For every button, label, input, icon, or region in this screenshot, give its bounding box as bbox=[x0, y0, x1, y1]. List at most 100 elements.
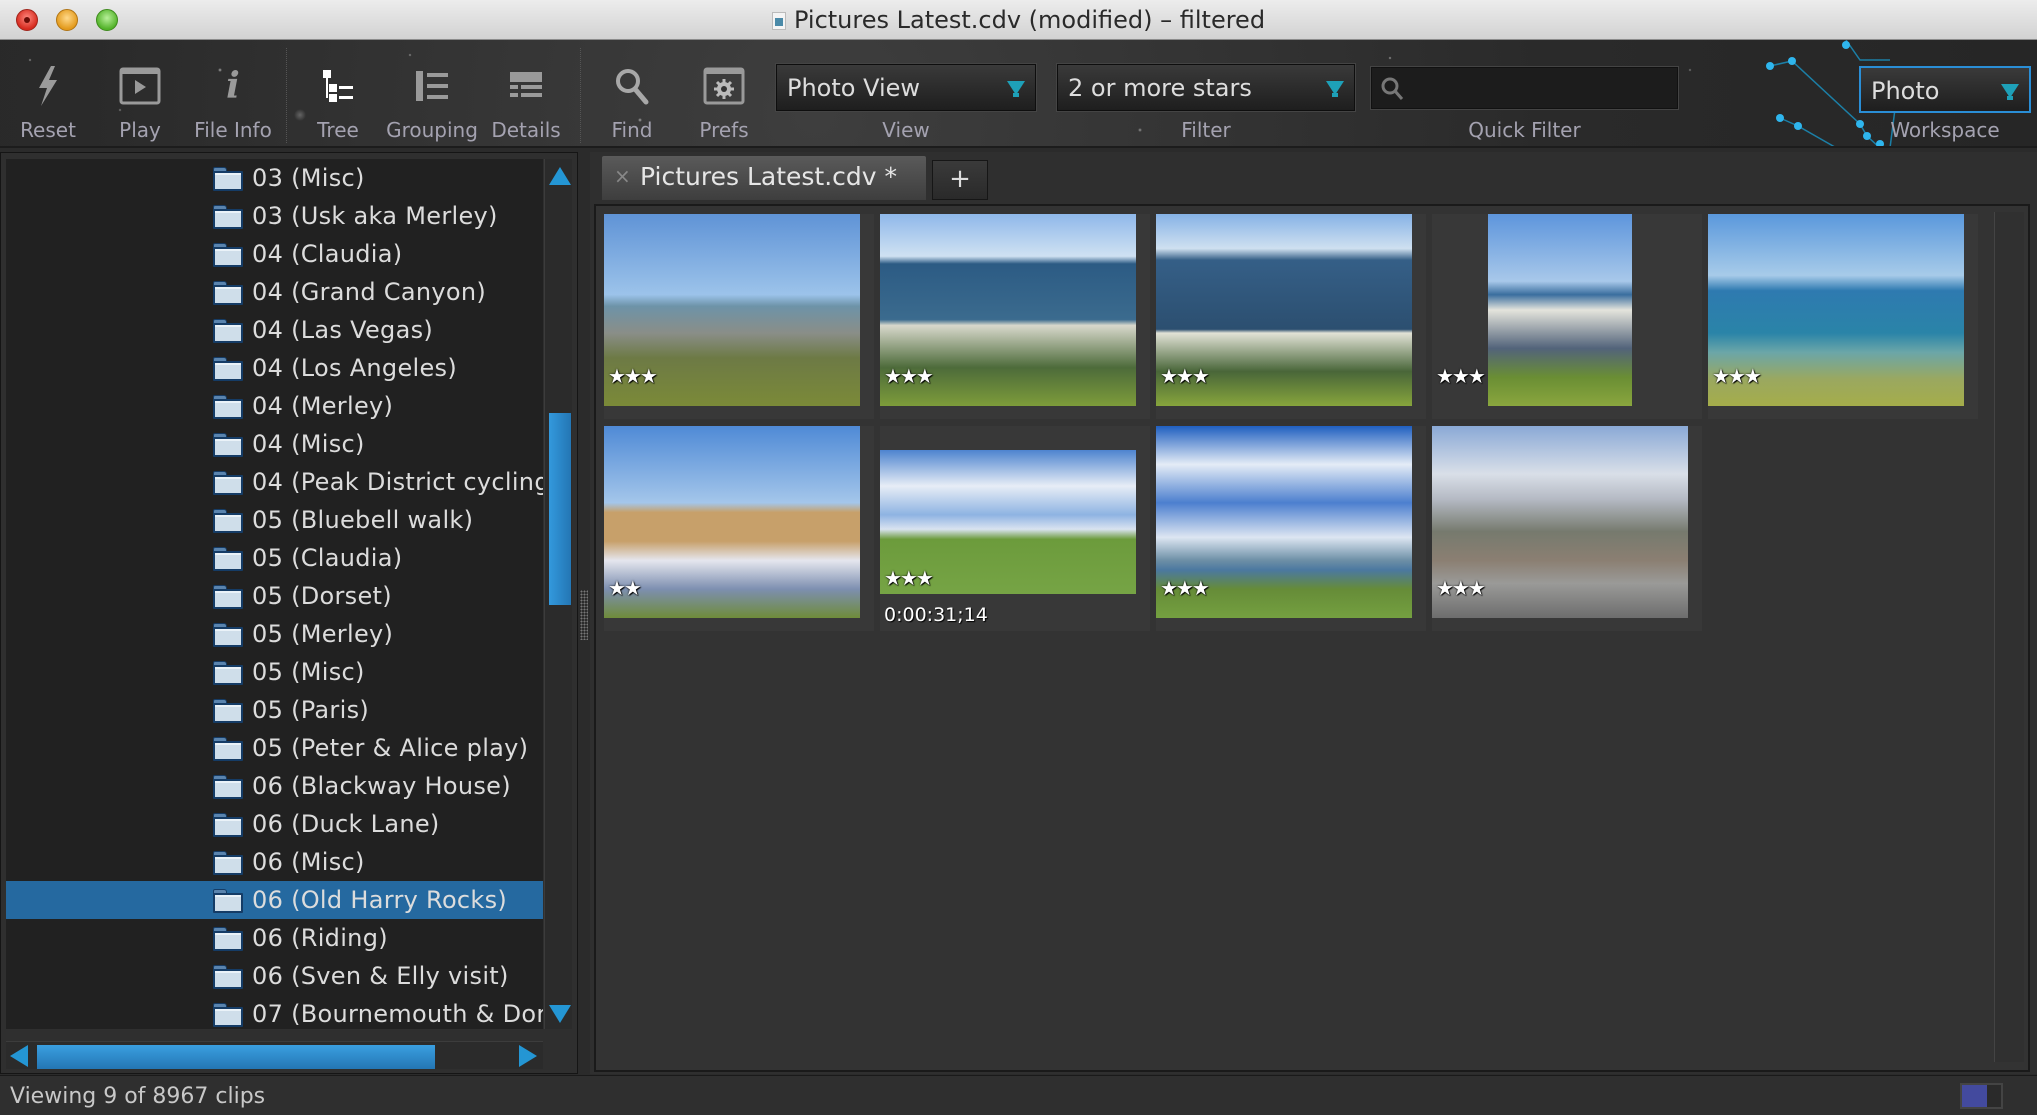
scroll-up-arrow-icon[interactable] bbox=[549, 167, 571, 185]
clip-thumbnail[interactable]: ★★★ bbox=[1156, 214, 1426, 419]
tree-item[interactable]: 06 (Riding) bbox=[6, 919, 543, 957]
folder-icon bbox=[213, 927, 243, 951]
clip-thumbnail[interactable]: ★★★ 0:00:31;14 bbox=[880, 426, 1150, 631]
prefs-button[interactable]: Prefs bbox=[684, 40, 764, 146]
tree-item-label: 06 (Riding) bbox=[252, 924, 388, 952]
scroll-thumb[interactable] bbox=[37, 1045, 435, 1069]
star-rating: ★★★ bbox=[1436, 364, 1486, 388]
document-tab-title: Pictures Latest.cdv * bbox=[640, 162, 898, 191]
quick-filter-field[interactable] bbox=[1371, 67, 1678, 109]
tree-button[interactable]: Tree bbox=[298, 40, 378, 146]
clip-thumbnail[interactable]: ★★★ bbox=[604, 214, 874, 419]
grouping-icon bbox=[414, 66, 450, 106]
play-icon bbox=[119, 66, 161, 106]
new-tab-button[interactable]: + bbox=[932, 160, 988, 200]
folder-icon bbox=[213, 319, 243, 343]
tree-item-label: 06 (Duck Lane) bbox=[252, 810, 440, 838]
tree-item[interactable]: 04 (Los Angeles) bbox=[6, 349, 543, 387]
prefs-label: Prefs bbox=[699, 118, 749, 142]
folder-icon bbox=[213, 395, 243, 419]
tree-item[interactable]: 05 (Merley) bbox=[6, 615, 543, 653]
folder-icon bbox=[213, 851, 243, 875]
tree-item[interactable]: 05 (Bluebell walk) bbox=[6, 501, 543, 539]
clip-thumbnail[interactable]: ★★★ bbox=[1432, 214, 1702, 419]
tree-item[interactable]: 05 (Claudia) bbox=[6, 539, 543, 577]
tree-item[interactable]: 06 (Sven & Elly visit) bbox=[6, 957, 543, 995]
folder-tree: 03 (Misc) 03 (Usk aka Merley) 04 (Claudia)… bbox=[6, 159, 543, 1029]
tree-item[interactable]: 04 (Claudia) bbox=[6, 235, 543, 273]
info-icon: i bbox=[226, 65, 240, 107]
status-bar: Viewing 9 of 8967 clips bbox=[0, 1075, 2037, 1115]
clip-thumbnail[interactable]: ★★★ bbox=[880, 214, 1150, 419]
tree-horizontal-scrollbar[interactable] bbox=[6, 1041, 543, 1069]
tree-item[interactable]: 03 (Misc) bbox=[6, 159, 543, 197]
view-dropdown[interactable]: Photo View bbox=[776, 64, 1036, 111]
play-button[interactable]: Play bbox=[100, 40, 180, 146]
panel-splitter-handle[interactable] bbox=[580, 590, 588, 640]
scroll-thumb[interactable] bbox=[549, 413, 571, 605]
tree-item[interactable]: 06 (Duck Lane) bbox=[6, 805, 543, 843]
file-info-button[interactable]: i File Info bbox=[190, 40, 276, 146]
tree-item[interactable]: 04 (Misc) bbox=[6, 425, 543, 463]
star-rating: ★★★ bbox=[1436, 576, 1486, 600]
scroll-down-arrow-icon[interactable] bbox=[549, 1005, 571, 1023]
reset-button[interactable]: Reset bbox=[8, 40, 88, 146]
clip-thumbnail[interactable]: ★★ bbox=[604, 426, 874, 631]
find-label: Find bbox=[611, 118, 653, 142]
quick-filter-label: Quick Filter bbox=[1468, 118, 1581, 142]
folder-icon bbox=[213, 509, 243, 533]
tree-item[interactable]: 04 (Grand Canyon) bbox=[6, 273, 543, 311]
grid-vertical-scrollbar[interactable] bbox=[1994, 212, 2024, 1062]
tree-vertical-scrollbar[interactable] bbox=[544, 159, 572, 1029]
filter-dropdown-value: 2 or more stars bbox=[1068, 74, 1252, 102]
tree-item[interactable]: 04 (Merley) bbox=[6, 387, 543, 425]
toolbar-separator bbox=[580, 48, 581, 143]
tree-item-label: 07 (Bournemouth & Dorset bbox=[252, 1000, 543, 1028]
tree-item-label: 06 (Blackway House) bbox=[252, 772, 511, 800]
tree-item[interactable]: 04 (Peak District cycling) bbox=[6, 463, 543, 501]
clip-thumbnail[interactable]: ★★★ bbox=[1708, 214, 1978, 419]
document-tab[interactable]: × Pictures Latest.cdv * bbox=[602, 156, 926, 200]
folder-icon bbox=[213, 547, 243, 571]
play-label: Play bbox=[119, 118, 161, 142]
star-rating: ★★★ bbox=[1160, 576, 1210, 600]
filter-dropdown[interactable]: 2 or more stars bbox=[1057, 64, 1355, 111]
search-icon bbox=[1380, 76, 1406, 106]
document-icon bbox=[771, 12, 786, 30]
tree-icon bbox=[321, 66, 355, 106]
details-icon bbox=[508, 66, 544, 106]
folder-icon bbox=[213, 889, 243, 913]
clip-thumbnail[interactable]: ★★★ bbox=[1432, 426, 1702, 631]
tree-item[interactable]: 06 (Blackway House) bbox=[6, 767, 543, 805]
tree-item[interactable]: 06 (Old Harry Rocks) bbox=[6, 881, 543, 919]
grouping-label: Grouping bbox=[386, 118, 478, 142]
details-button[interactable]: Details bbox=[484, 40, 568, 146]
tree-item[interactable]: 03 (Usk aka Merley) bbox=[6, 197, 543, 235]
thumbnail-image bbox=[604, 426, 860, 618]
tree-item[interactable]: 04 (Las Vegas) bbox=[6, 311, 543, 349]
workspace-dropdown[interactable]: Photo bbox=[1859, 66, 2031, 113]
grouping-button[interactable]: Grouping bbox=[386, 40, 478, 146]
tree-item[interactable]: 06 (Misc) bbox=[6, 843, 543, 881]
tree-item-label: 04 (Claudia) bbox=[252, 240, 403, 268]
video-timecode: 0:00:31;14 bbox=[884, 604, 988, 626]
clip-thumbnail[interactable]: ★★★ bbox=[1156, 426, 1426, 631]
close-icon[interactable]: × bbox=[614, 164, 631, 188]
scroll-left-arrow-icon[interactable] bbox=[10, 1045, 28, 1067]
scroll-right-arrow-icon[interactable] bbox=[519, 1045, 537, 1067]
reset-label: Reset bbox=[20, 118, 76, 142]
folder-icon bbox=[213, 167, 243, 191]
find-button[interactable]: Find bbox=[592, 40, 672, 146]
clip-grid: ★★★ ★★★ ★★★ ★★★ ★★★ ★★ ★★★ 0:00:31;14 ★★★ ★★★ bbox=[594, 204, 2030, 1072]
chevron-down-icon bbox=[1326, 81, 1344, 97]
tree-item[interactable]: 07 (Bournemouth & Dorset bbox=[6, 995, 543, 1029]
tree-item[interactable]: 05 (Paris) bbox=[6, 691, 543, 729]
tree-item[interactable]: 05 (Dorset) bbox=[6, 577, 543, 615]
tree-item-label: 06 (Old Harry Rocks) bbox=[252, 886, 508, 914]
quick-filter-input[interactable] bbox=[1412, 72, 1667, 104]
tree-item-label: 04 (Las Vegas) bbox=[252, 316, 434, 344]
toolbar-separator bbox=[286, 48, 287, 143]
folder-icon bbox=[213, 661, 243, 685]
tree-item[interactable]: 05 (Misc) bbox=[6, 653, 543, 691]
tree-item[interactable]: 05 (Peter & Alice play) bbox=[6, 729, 543, 767]
